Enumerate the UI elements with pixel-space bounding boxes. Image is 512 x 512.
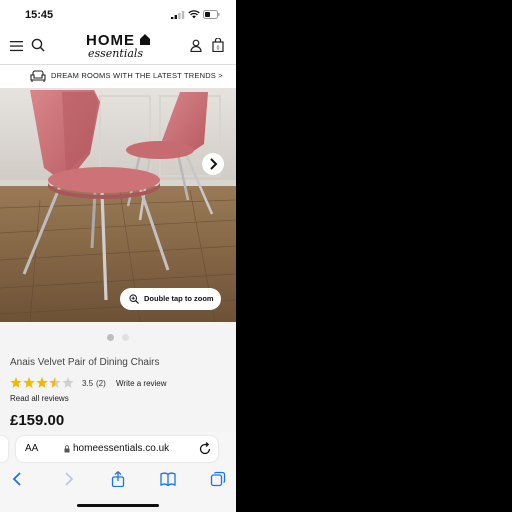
status-bar: 15:45 [0, 0, 236, 28]
wifi-icon [188, 10, 200, 19]
star-1-icon [10, 377, 22, 388]
next-image-button[interactable] [202, 153, 224, 175]
bookmarks-icon[interactable] [160, 471, 176, 487]
battery-icon [203, 10, 220, 19]
shopping-bag-icon[interactable]: 0 [212, 38, 224, 52]
tabs-icon[interactable] [210, 471, 226, 487]
chevron-right-icon [210, 158, 218, 170]
promo-banner[interactable]: DREAM ROOMS WITH THE LATEST TRENDS > [0, 64, 236, 89]
account-icon[interactable] [190, 39, 202, 52]
cellular-signal-icon [171, 11, 185, 19]
previous-tab-peek[interactable] [0, 436, 8, 462]
zoom-hint-text: Double tap to zoom [144, 294, 214, 303]
write-review-link[interactable]: Write a review [116, 379, 167, 388]
back-icon[interactable] [10, 471, 26, 487]
promo-text: DREAM ROOMS WITH THE LATEST TRENDS > [51, 71, 223, 80]
carousel-dots [107, 334, 131, 342]
product-info: Anais Velvet Pair of Dining Chairs 3.5 (… [0, 322, 236, 432]
carousel-dot[interactable] [122, 334, 129, 341]
site-logo[interactable]: HOME essentials [84, 32, 154, 62]
status-time: 15:45 [25, 9, 54, 21]
sofa-icon [30, 70, 46, 82]
svg-text:0: 0 [217, 46, 220, 52]
reader-settings-button[interactable]: AA [25, 443, 38, 454]
search-icon[interactable] [31, 38, 45, 52]
rating-value: 3.5 [82, 379, 94, 388]
product-price: £159.00 [10, 412, 65, 429]
zoom-in-icon [129, 294, 139, 304]
zoom-hint-pill[interactable]: Double tap to zoom [120, 288, 221, 310]
star-2-icon [23, 377, 35, 388]
share-icon[interactable] [110, 471, 126, 487]
rating-count: (2) [96, 379, 106, 388]
star-3-icon [36, 377, 48, 388]
read-all-reviews-link[interactable]: Read all reviews [10, 394, 69, 403]
forward-icon[interactable] [60, 471, 76, 487]
lock-icon [64, 445, 70, 453]
phone-screen: 15:45 HOME essentials 0 DREAM ROOMS WITH… [0, 0, 236, 512]
chairs-photo [0, 88, 236, 322]
star-5-icon [62, 377, 74, 388]
browser-address-area: AA homeessentials.co.uk [0, 432, 236, 466]
reload-icon[interactable] [199, 442, 211, 455]
url-text[interactable]: homeessentials.co.uk [73, 443, 169, 454]
logo-essentials-text: essentials [88, 47, 144, 60]
star-rating [10, 377, 74, 388]
product-name: Anais Velvet Pair of Dining Chairs [10, 357, 160, 368]
house-icon [140, 34, 150, 45]
product-image[interactable] [0, 88, 236, 322]
address-bar[interactable]: AA homeessentials.co.uk [16, 436, 218, 462]
carousel-dot-active[interactable] [107, 334, 114, 341]
site-header: HOME essentials 0 [0, 28, 236, 64]
home-indicator[interactable] [77, 504, 159, 507]
browser-toolbar [0, 466, 236, 512]
star-4-icon [49, 377, 61, 388]
hamburger-menu-icon[interactable] [10, 40, 23, 52]
